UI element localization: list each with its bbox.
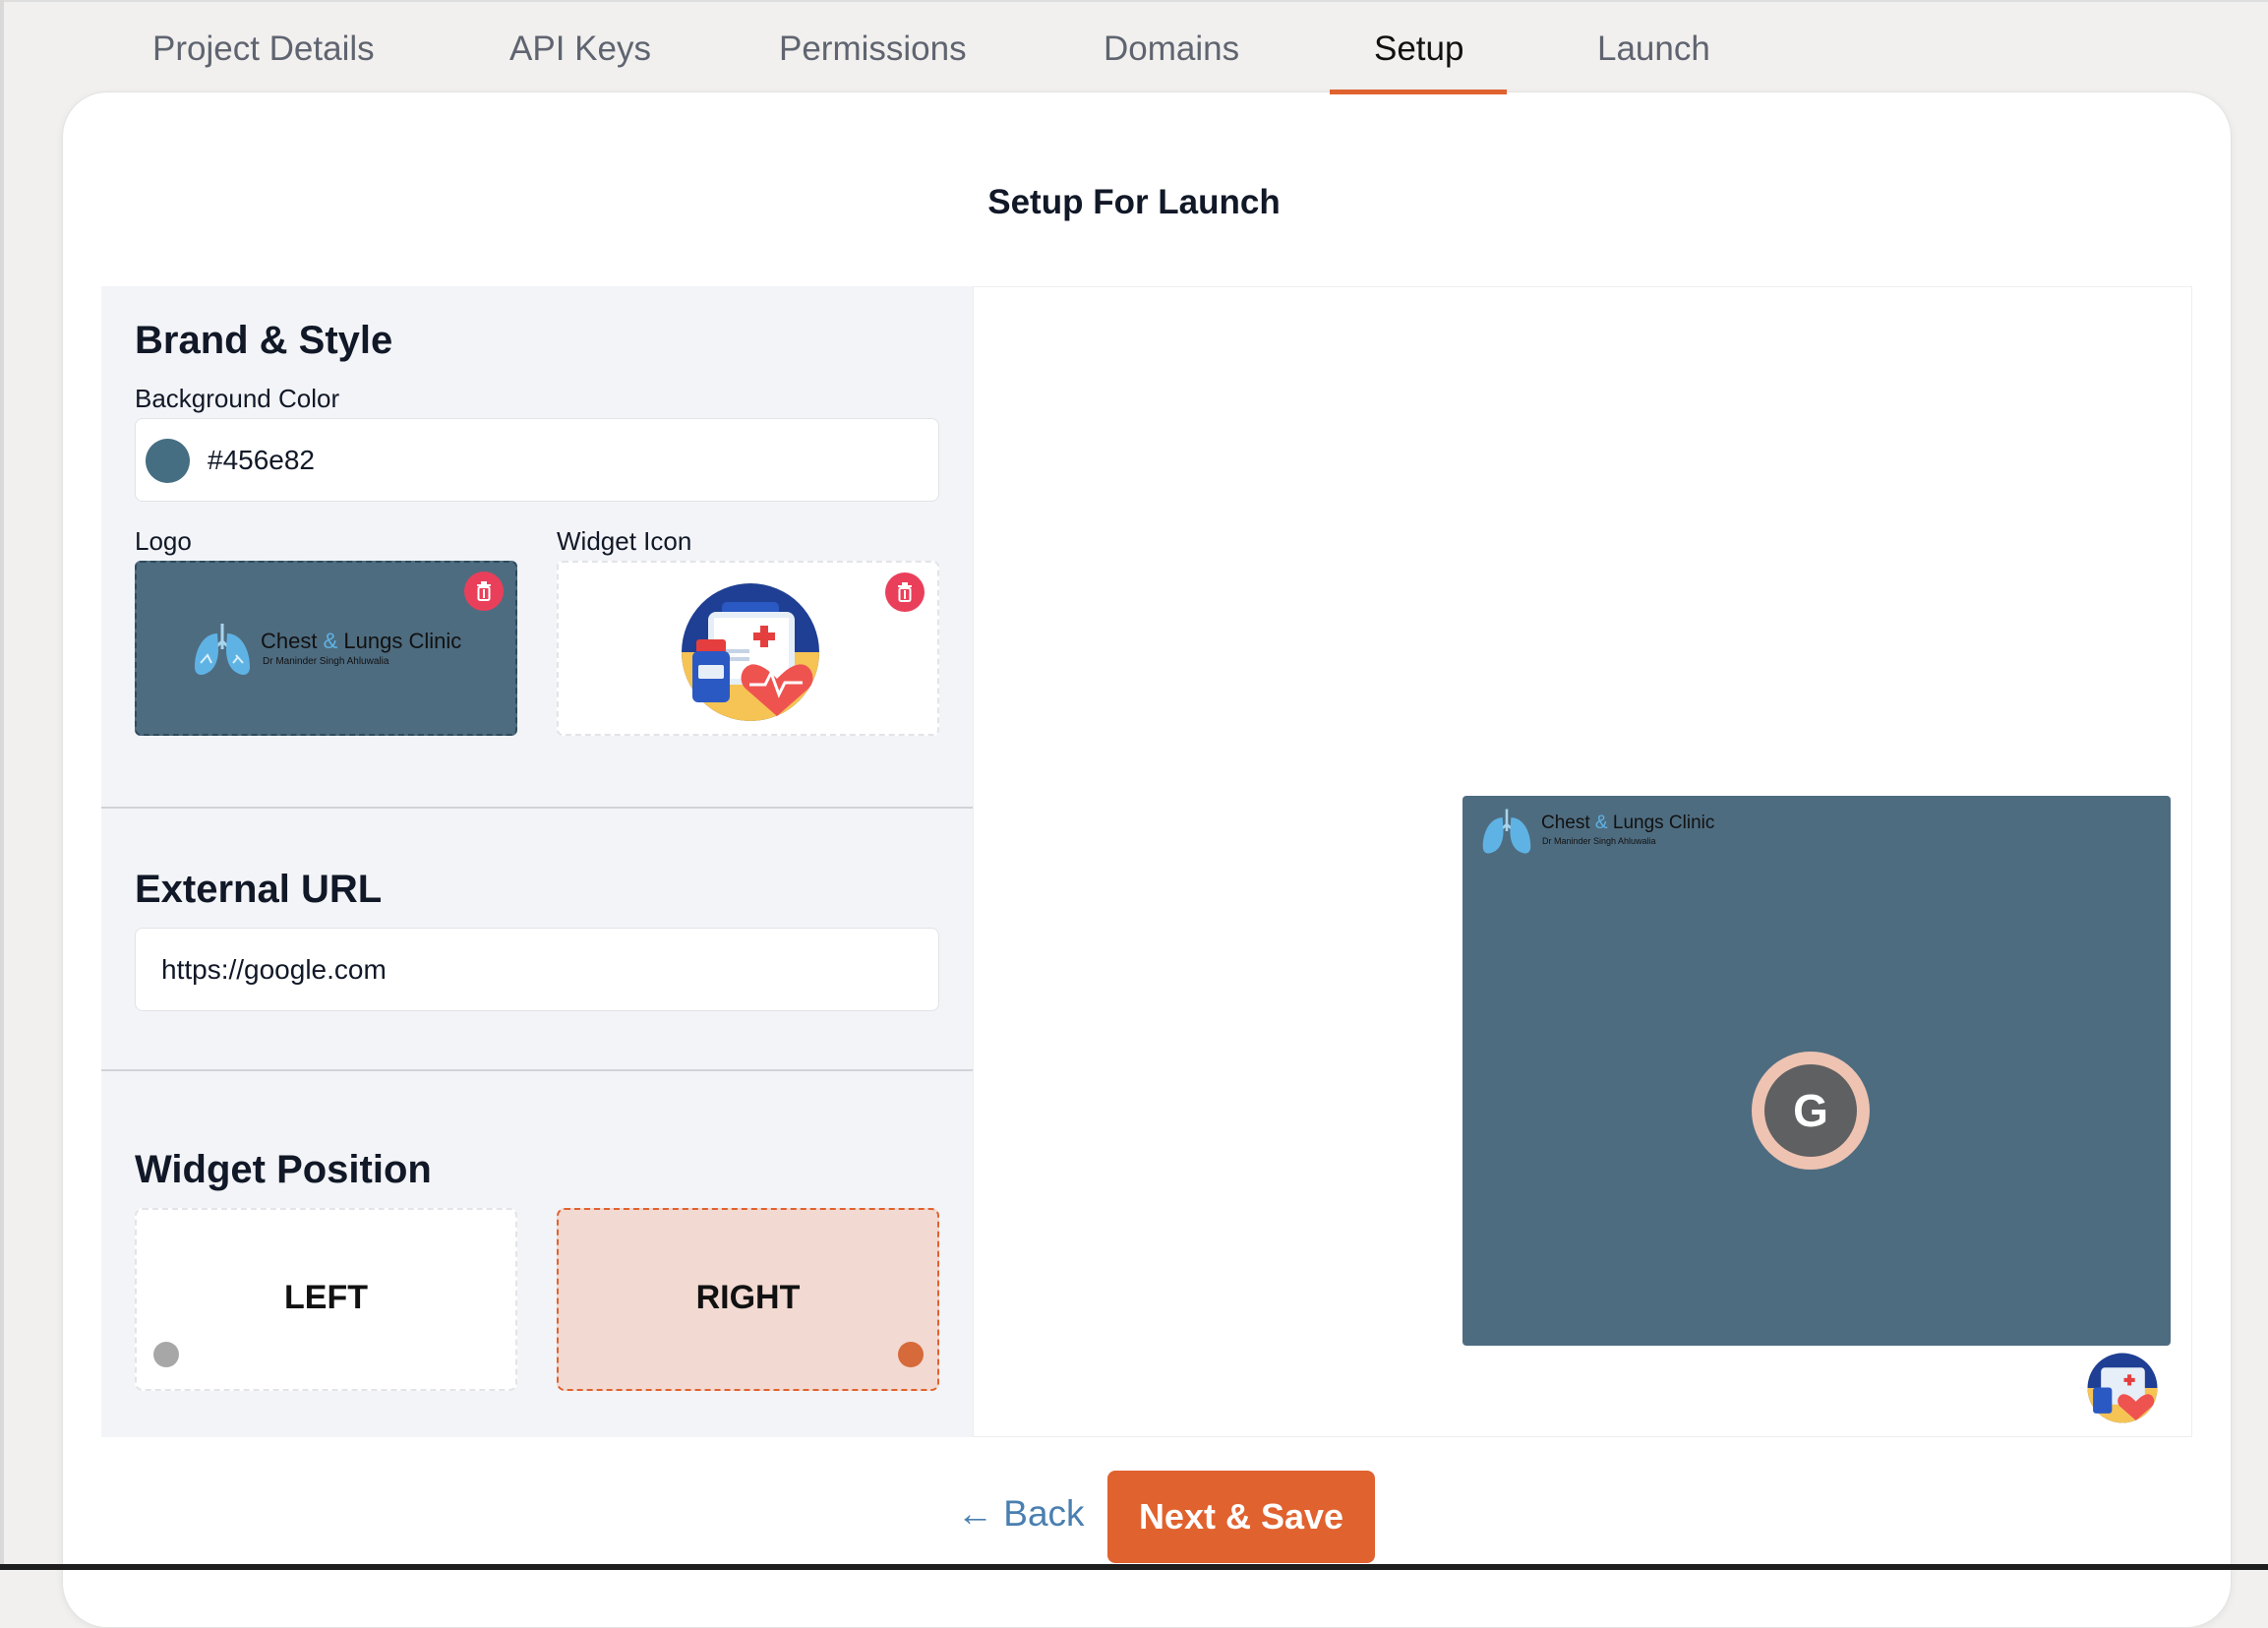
position-left-label: LEFT bbox=[284, 1279, 368, 1316]
trash-icon bbox=[477, 581, 491, 601]
tab-domains[interactable]: Domains bbox=[1104, 28, 1239, 71]
widget-launcher[interactable] bbox=[2087, 1353, 2158, 1423]
next-save-button[interactable]: Next & Save bbox=[1107, 1471, 1375, 1563]
widget-icon-label: Widget Icon bbox=[557, 526, 692, 556]
lungs-icon bbox=[1482, 809, 1531, 854]
position-left-indicator bbox=[153, 1342, 179, 1367]
avatar: G bbox=[1752, 1052, 1870, 1170]
window-top-edge bbox=[0, 0, 2268, 2]
preview-brand-word-1: Chest bbox=[1541, 813, 1590, 833]
logo-brand-amp: & bbox=[323, 629, 338, 653]
page-title: Setup For Launch bbox=[987, 183, 1281, 221]
active-tab-indicator bbox=[1330, 90, 1507, 94]
external-url-heading: External URL bbox=[135, 868, 383, 911]
position-left-option[interactable]: LEFT bbox=[135, 1208, 517, 1391]
background-color-value: #456e82 bbox=[208, 445, 316, 475]
tab-launch[interactable]: Launch bbox=[1597, 28, 1710, 71]
external-url-value: https://google.com bbox=[161, 954, 387, 985]
preview-brand-name: Chest & Lungs Clinic bbox=[1541, 813, 1714, 834]
lungs-icon bbox=[195, 624, 250, 675]
logo-upload[interactable]: Chest & Lungs Clinic Dr Maninder Singh A… bbox=[135, 561, 517, 736]
color-swatch[interactable] bbox=[146, 439, 190, 483]
external-url-input[interactable]: https://google.com bbox=[135, 928, 939, 1011]
window-left-edge bbox=[0, 0, 4, 1570]
section-divider bbox=[101, 1069, 973, 1071]
medical-kit-icon bbox=[2087, 1353, 2158, 1423]
widget-position-heading: Widget Position bbox=[135, 1148, 432, 1191]
position-right-option[interactable]: RIGHT bbox=[557, 1208, 939, 1391]
preview-brand-subtitle: Dr Maninder Singh Ahluwalia bbox=[1542, 836, 1656, 846]
preview-brand-word-2: Lungs Clinic bbox=[1612, 813, 1715, 833]
trash-icon bbox=[898, 582, 912, 602]
delete-logo-button[interactable] bbox=[464, 572, 504, 611]
medical-kit-icon bbox=[682, 583, 819, 721]
logo-brand-word-2: Lungs Clinic bbox=[343, 629, 462, 653]
logo-brand-word-1: Chest bbox=[261, 629, 318, 653]
widget-icon-upload[interactable] bbox=[557, 561, 939, 736]
position-right-label: RIGHT bbox=[695, 1279, 801, 1316]
tab-permissions[interactable]: Permissions bbox=[779, 28, 967, 71]
delete-widget-icon-button[interactable] bbox=[885, 573, 925, 612]
section-divider bbox=[101, 807, 973, 809]
background-color-field[interactable]: #456e82 bbox=[135, 418, 939, 502]
avatar-letter: G bbox=[1764, 1064, 1857, 1157]
brand-style-heading: Brand & Style bbox=[135, 319, 393, 362]
bottom-edge bbox=[0, 1564, 2268, 1570]
tab-setup[interactable]: Setup bbox=[1374, 28, 1463, 71]
logo-brand-name: Chest & Lungs Clinic bbox=[261, 629, 461, 654]
back-button[interactable]: ← Back bbox=[957, 1493, 1085, 1535]
tab-api-keys[interactable]: API Keys bbox=[509, 28, 651, 71]
background-color-label: Background Color bbox=[135, 384, 340, 413]
logo-subtitle: Dr Maninder Singh Ahluwalia bbox=[263, 656, 389, 667]
logo-label: Logo bbox=[135, 526, 192, 556]
tab-project-details[interactable]: Project Details bbox=[152, 28, 375, 71]
preview-brand-amp: & bbox=[1594, 813, 1608, 833]
position-right-indicator bbox=[898, 1342, 924, 1367]
